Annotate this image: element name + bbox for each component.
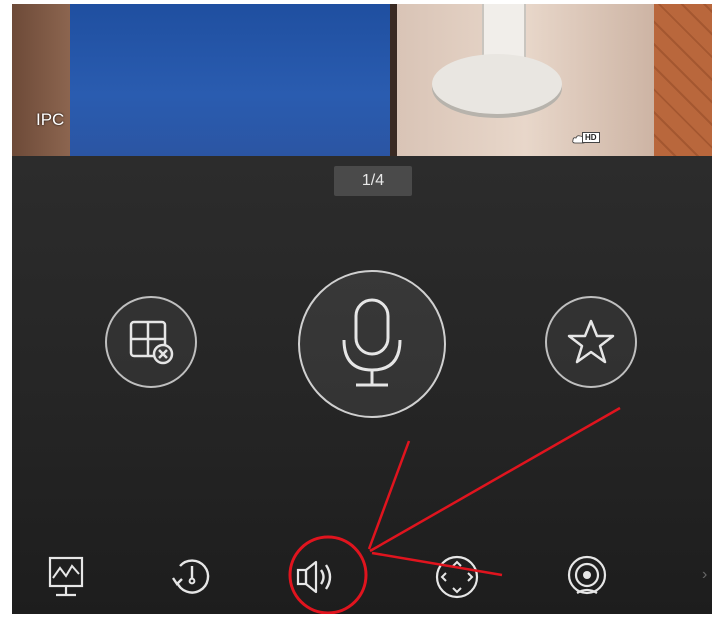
microphone-icon <box>342 298 402 387</box>
chart-monitor-icon <box>48 556 84 597</box>
bottom-toolbar: › <box>12 544 712 614</box>
history-clock-icon <box>172 559 210 594</box>
camera-live-view[interactable]: IPC HD <box>12 4 712 156</box>
fisheye-camera-icon <box>567 555 607 595</box>
ptz-direction-icon <box>435 555 479 599</box>
favorite-button[interactable] <box>545 296 637 388</box>
camera-label: IPC <box>36 110 65 129</box>
grid-close-icon <box>129 320 174 365</box>
audio-button[interactable] <box>292 552 342 602</box>
video-scene-blue-panel <box>70 4 390 156</box>
hd-badge: HD <box>582 132 600 143</box>
more-tools-arrow[interactable]: › <box>702 566 707 584</box>
page-indicator: 1/4 <box>334 166 412 196</box>
star-icon <box>567 319 615 364</box>
ptz-button[interactable] <box>432 552 482 602</box>
playback-button[interactable] <box>166 552 216 602</box>
control-panel: 1/4 › <box>12 156 712 614</box>
report-button[interactable] <box>42 552 92 602</box>
close-split-screen-button[interactable] <box>105 296 197 388</box>
video-scene-floor <box>654 4 712 156</box>
speaker-icon <box>296 560 332 594</box>
app-screen: IPC HD 1/4 › <box>12 4 712 614</box>
talk-button[interactable] <box>298 270 446 418</box>
video-scene-monitor-stand <box>432 54 562 114</box>
video-scene-wall <box>12 4 72 156</box>
fisheye-button[interactable] <box>562 552 612 602</box>
